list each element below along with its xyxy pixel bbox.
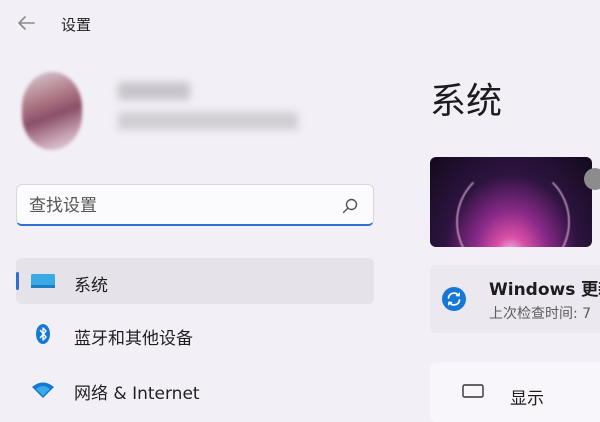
sidebar-item-label: 网络 & Internet xyxy=(74,384,200,404)
search-input[interactable] xyxy=(27,193,331,219)
avatar[interactable] xyxy=(22,72,82,150)
arrow-left-icon xyxy=(18,16,35,30)
bluetooth-icon xyxy=(36,324,50,344)
display-card[interactable]: 显示 xyxy=(430,362,600,422)
update-title: Windows 更新 xyxy=(489,280,600,300)
account-name-blurred xyxy=(118,82,190,100)
active-indicator xyxy=(16,272,19,290)
app-title: 设置 xyxy=(61,16,92,34)
monitor-icon xyxy=(31,274,55,288)
wallpaper-bloom-shape xyxy=(456,165,570,247)
windows-update-card[interactable]: Windows 更新 上次检查时间: 7 xyxy=(430,265,600,333)
search-box[interactable] xyxy=(16,184,374,226)
display-label: 显示 xyxy=(510,389,544,409)
sidebar-item-bluetooth[interactable]: 蓝牙和其他设备 xyxy=(16,311,374,357)
sidebar-item-system[interactable]: 系统 xyxy=(16,258,374,304)
wifi-icon xyxy=(32,382,54,398)
sidebar-item-network[interactable]: 网络 & Internet xyxy=(16,366,374,412)
back-button[interactable] xyxy=(14,11,38,35)
sidebar-item-label: 蓝牙和其他设备 xyxy=(74,329,193,349)
display-icon xyxy=(462,384,484,398)
wallpaper-preview[interactable] xyxy=(430,157,592,247)
search-icon[interactable] xyxy=(341,197,359,215)
page-title: 系统 xyxy=(430,81,503,122)
device-preview-edge xyxy=(584,168,600,190)
update-last-checked: 上次检查时间: 7 xyxy=(489,306,592,322)
sync-icon xyxy=(442,287,466,311)
account-email-blurred xyxy=(118,112,298,130)
sidebar-item-label: 系统 xyxy=(74,276,108,296)
